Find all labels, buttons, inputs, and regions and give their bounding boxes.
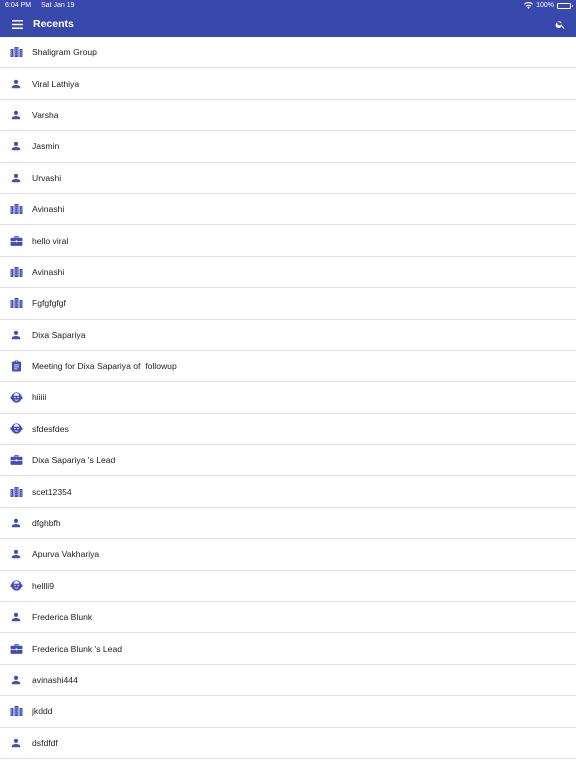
- recent-item-label: Dixa Sapariya: [32, 329, 86, 340]
- page-title: Recents: [33, 18, 74, 30]
- building-icon: [8, 44, 24, 60]
- recent-item-label: avinashi444: [32, 675, 78, 685]
- person-icon: [8, 672, 24, 688]
- recent-item[interactable]: Viral Lathiya: [0, 68, 576, 100]
- building-icon: [8, 295, 24, 311]
- recent-item[interactable]: jkddd: [0, 696, 576, 728]
- recents-list: Shaligram Group Viral Lathiya Varsha Jas…: [0, 37, 576, 759]
- recent-item[interactable]: Avinashi: [0, 194, 576, 226]
- recent-item-label: Frederica Blunk 's Lead: [32, 643, 123, 654]
- recent-item-label: jkddd: [32, 706, 53, 717]
- recent-item[interactable]: Jasmin: [0, 131, 576, 163]
- recent-item[interactable]: Urvashi: [0, 163, 576, 194]
- menu-icon[interactable]: [10, 14, 24, 34]
- recent-item[interactable]: Dixa Sapariya: [0, 320, 576, 351]
- recent-item-label: Urvashi: [32, 172, 62, 183]
- clipboard-icon: [8, 358, 24, 374]
- recent-item[interactable]: Meeting for Dixa Sapariya of followup: [0, 351, 576, 383]
- briefcase-icon: [8, 641, 24, 657]
- app-bar: Recents: [0, 11, 576, 37]
- recent-item-label: Dixa Sapariya 's Lead: [32, 455, 116, 466]
- person-icon: [8, 546, 24, 562]
- recent-item-label: Shaligram Group: [32, 47, 97, 58]
- recent-item[interactable]: sfdesfdes: [0, 414, 576, 446]
- search-icon[interactable]: [552, 14, 568, 34]
- person-icon: [8, 76, 24, 92]
- recent-item[interactable]: Apurva Vakhariya: [0, 539, 576, 571]
- recent-item[interactable]: dfghbfh: [0, 508, 576, 540]
- support-icon: [8, 389, 24, 405]
- recent-item-label: Avinashi: [32, 204, 65, 215]
- person-icon: [8, 170, 24, 186]
- recent-item-label: Meeting for Dixa Sapariya of followup: [32, 361, 177, 372]
- recent-item[interactable]: Shaligram Group: [0, 37, 576, 69]
- battery-percent: 100%: [536, 2, 554, 9]
- battery-icon: [557, 2, 573, 9]
- status-date: Sat Jan 19: [41, 2, 75, 9]
- building-icon: [8, 201, 24, 217]
- recent-item-label: Avinashi: [32, 266, 65, 277]
- recent-item[interactable]: Frederica Blunk: [0, 602, 576, 634]
- recent-item-label: Apurva Vakhariya: [32, 549, 100, 560]
- person-icon: [8, 515, 24, 531]
- status-bar: 6:04 PM Sat Jan 19 100%: [0, 0, 576, 11]
- recent-item[interactable]: scet12354: [0, 476, 576, 508]
- building-icon: [8, 703, 24, 719]
- recent-item[interactable]: avinashi444: [0, 665, 576, 697]
- recent-item[interactable]: hellli9: [0, 571, 576, 603]
- recent-item-label: Fgfgfgfgf: [32, 298, 66, 309]
- person-icon: [8, 138, 24, 154]
- building-icon: [8, 264, 24, 280]
- briefcase-icon: [8, 452, 24, 468]
- recent-item-label: hello viral: [32, 235, 69, 246]
- recent-item-label: sfdesfdes: [32, 423, 69, 434]
- recent-item[interactable]: Frederica Blunk 's Lead: [0, 633, 576, 665]
- recent-item[interactable]: Avinashi: [0, 257, 576, 289]
- recent-item-label: Frederica Blunk: [32, 612, 93, 623]
- support-icon: [8, 578, 24, 594]
- support-icon: [8, 421, 24, 437]
- status-time: 6:04 PM: [5, 2, 32, 9]
- person-icon: [8, 609, 24, 625]
- recent-item-label: Varsha: [32, 109, 59, 120]
- recent-item-label: hellli9: [32, 580, 54, 591]
- building-icon: [8, 484, 24, 500]
- recent-item[interactable]: hiiiii: [0, 382, 576, 414]
- person-icon: [8, 327, 24, 343]
- recent-item-label: dsfdfdf: [32, 737, 58, 748]
- briefcase-icon: [8, 233, 24, 249]
- recent-item-label: dfghbfh: [32, 518, 61, 529]
- person-icon: [8, 107, 24, 123]
- recent-item-label: Jasmin: [32, 141, 60, 152]
- recent-item-label: scet12354: [32, 486, 72, 497]
- recent-item-label: Viral Lathiya: [32, 78, 80, 89]
- recent-item[interactable]: Fgfgfgfgf: [0, 288, 576, 320]
- person-icon: [8, 735, 24, 751]
- wifi-icon: [524, 2, 534, 9]
- recent-item[interactable]: dsfdfdf: [0, 728, 576, 759]
- recent-item[interactable]: Dixa Sapariya 's Lead: [0, 445, 576, 477]
- recent-item[interactable]: hello viral: [0, 225, 576, 257]
- recent-item-label: hiiiii: [32, 392, 47, 403]
- recent-item[interactable]: Varsha: [0, 100, 576, 132]
